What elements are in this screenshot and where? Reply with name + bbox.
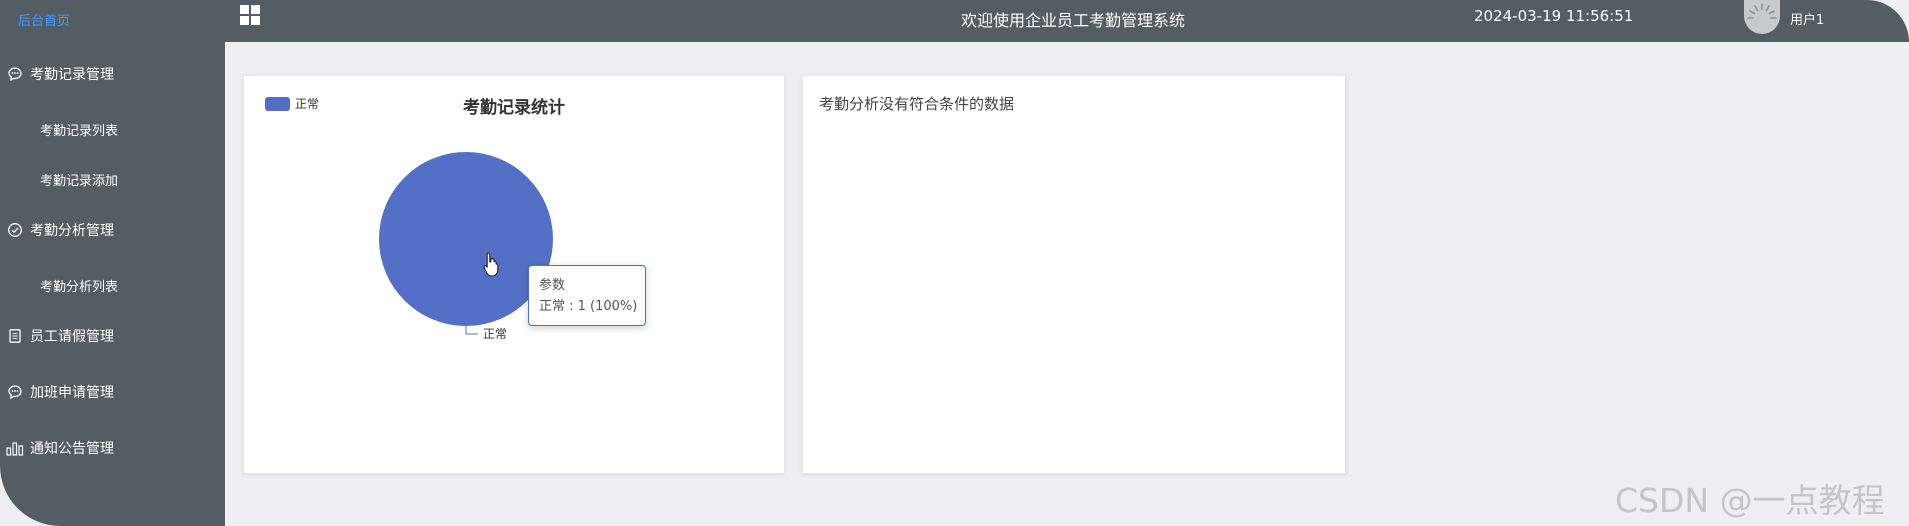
- sidebar-item-attendance-analysis[interactable]: 考勤分析管理: [6, 220, 114, 240]
- watermark: CSDN @一点教程: [1615, 481, 1885, 520]
- tooltip-title: 参数: [539, 278, 566, 293]
- attendance-analysis-card: 考勤分析没有符合条件的数据: [802, 75, 1346, 474]
- sidebar-item-attendance-records[interactable]: 考勤记录管理: [6, 64, 114, 84]
- document-icon: [6, 327, 24, 345]
- username[interactable]: 用户1: [1790, 9, 1824, 28]
- loading-spinner-icon: [1747, 3, 1777, 19]
- check-circle-icon: [6, 221, 24, 239]
- bar-chart-icon: [6, 439, 24, 457]
- slice-label: 正常: [483, 327, 507, 341]
- sidebar-item-label: 加班申请管理: [30, 385, 114, 401]
- attendance-stats-card: 正常 考勤记录统计 正常: [243, 75, 785, 474]
- chat-bubble-icon: [6, 65, 24, 83]
- hand-cursor-icon: [483, 252, 499, 277]
- sidebar-item-home[interactable]: 后台首页: [18, 10, 70, 29]
- slice-label-line: [465, 326, 478, 335]
- tooltip-value: 正常 : 1 (100%): [539, 299, 638, 314]
- sidebar-subitem-attendance-list[interactable]: 考勤记录列表: [40, 120, 118, 139]
- chat-bubble-icon: [6, 383, 24, 401]
- sidebar-item-overtime[interactable]: 加班申请管理: [6, 382, 114, 402]
- avatar[interactable]: [1744, 0, 1780, 34]
- sidebar-item-label: 考勤记录管理: [30, 67, 114, 83]
- page-title: 欢迎使用企业员工考勤管理系统: [961, 11, 1186, 30]
- chart-tooltip: 参数 正常 : 1 (100%): [528, 265, 646, 326]
- sidebar-item-leave[interactable]: 员工请假管理: [6, 326, 114, 346]
- sidebar-subitem-analysis-list[interactable]: 考勤分析列表: [40, 276, 118, 295]
- app-frame: 后台首页 考勤记录管理 考勤记录列表 考勤记录添加 考勤分析管理 考勤分析列表 …: [0, 0, 1909, 526]
- sidebar-item-label: 通知公告管理: [30, 441, 114, 457]
- sidebar-item-label: 员工请假管理: [30, 329, 114, 345]
- pie-chart: 正常: [379, 152, 553, 341]
- sidebar-item-label: 考勤分析管理: [30, 223, 114, 239]
- topbar: 欢迎使用企业员工考勤管理系统 2024-03-19 11:56:51 用户1: [225, 0, 1909, 42]
- pie-slice[interactable]: [379, 152, 553, 326]
- sidebar-item-notices[interactable]: 通知公告管理: [6, 438, 114, 458]
- empty-message: 考勤分析没有符合条件的数据: [819, 95, 1015, 113]
- clock: 2024-03-19 11:56:51: [1474, 7, 1634, 25]
- sidebar: 后台首页 考勤记录管理 考勤记录列表 考勤记录添加 考勤分析管理 考勤分析列表 …: [0, 0, 225, 526]
- sidebar-subitem-attendance-add[interactable]: 考勤记录添加: [40, 170, 118, 189]
- grid-menu-icon[interactable]: [239, 4, 261, 30]
